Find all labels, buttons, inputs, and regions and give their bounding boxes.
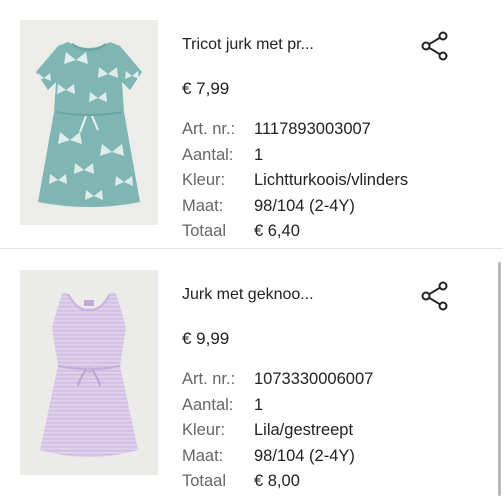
- total-row: Totaal € 8,00: [182, 469, 373, 495]
- product-price: € 7,99: [182, 79, 230, 98]
- quantity-label: Aantal:: [182, 395, 234, 414]
- item-divider: [0, 248, 503, 249]
- color-value: Lila/gestreept: [254, 421, 354, 440]
- lilac-striped-dress-image: [20, 270, 158, 475]
- size-value: 98/104 (2-4Y): [254, 196, 355, 215]
- product-image[interactable]: [20, 20, 158, 225]
- order-item: Tricot jurk met pr... € 7,99 Art. nr.: 1…: [0, 0, 503, 250]
- quantity-value: 1: [254, 395, 264, 414]
- color-row: Kleur: Lichtturkoois/vlinders: [182, 168, 408, 194]
- total-value: € 6,40: [254, 222, 300, 241]
- size-label: Maat:: [182, 196, 224, 215]
- scrollbar[interactable]: [498, 262, 501, 496]
- color-value: Lichtturkoois/vlinders: [254, 171, 409, 190]
- product-details: Art. nr.: 1117893003007 Aantal: 1 Kleur:…: [182, 117, 408, 245]
- size-label: Maat:: [182, 446, 224, 465]
- total-label: Totaal: [182, 472, 227, 491]
- quantity-value: 1: [254, 145, 264, 164]
- quantity-row: Aantal: 1: [182, 143, 408, 169]
- total-row: Totaal € 6,40: [182, 219, 408, 245]
- quantity-row: Aantal: 1: [182, 393, 373, 419]
- product-price: € 9,99: [182, 329, 230, 348]
- product-image[interactable]: [20, 270, 158, 475]
- order-item: Jurk met geknoo... € 9,99 Art. nr.: 1073…: [0, 250, 503, 500]
- turquoise-butterfly-dress-image: [20, 20, 158, 225]
- article-number-value: 1073330006007: [254, 370, 374, 389]
- total-value: € 8,00: [254, 472, 300, 491]
- product-name[interactable]: Jurk met geknoo...: [182, 286, 314, 304]
- quantity-label: Aantal:: [182, 145, 234, 164]
- color-row: Kleur: Lila/gestreept: [182, 418, 373, 444]
- share-icon[interactable]: [419, 280, 451, 312]
- color-label: Kleur:: [182, 421, 226, 440]
- size-row: Maat: 98/104 (2-4Y): [182, 444, 373, 470]
- article-number-value: 1117893003007: [254, 120, 371, 139]
- article-number-row: Art. nr.: 1117893003007: [182, 117, 408, 143]
- product-name[interactable]: Tricot jurk met pr...: [182, 36, 314, 54]
- size-value: 98/104 (2-4Y): [254, 446, 355, 465]
- article-number-label: Art. nr.:: [182, 120, 236, 139]
- color-label: Kleur:: [182, 171, 226, 190]
- size-row: Maat: 98/104 (2-4Y): [182, 194, 408, 220]
- article-number-label: Art. nr.:: [182, 370, 236, 389]
- total-label: Totaal: [182, 222, 227, 241]
- share-icon[interactable]: [419, 30, 451, 62]
- article-number-row: Art. nr.: 1073330006007: [182, 367, 373, 393]
- product-details: Art. nr.: 1073330006007 Aantal: 1 Kleur:…: [182, 367, 373, 495]
